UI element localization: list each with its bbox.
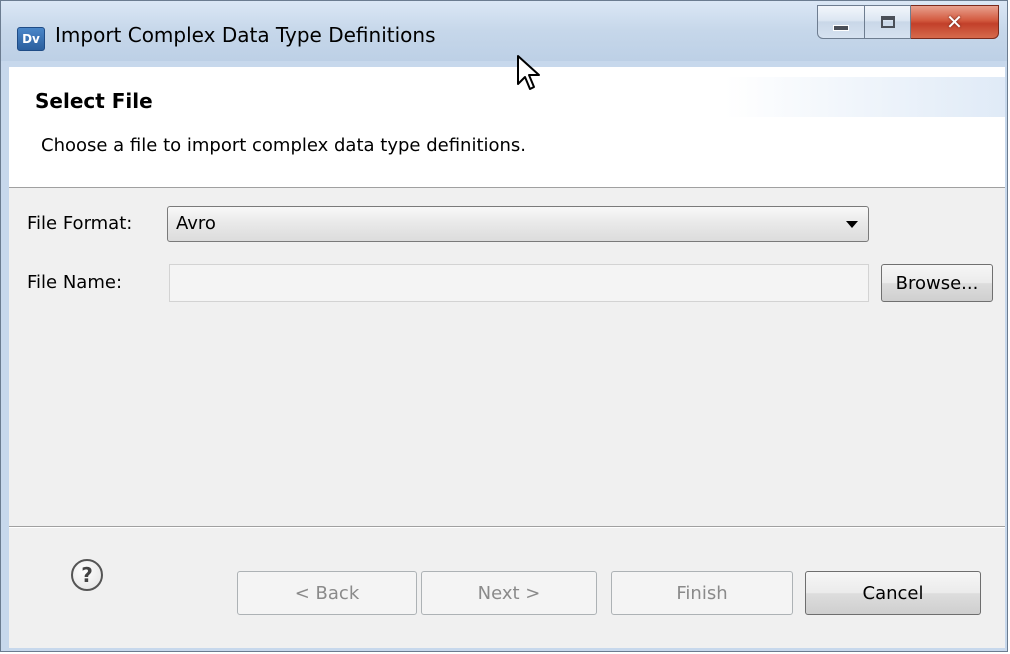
page-description: Choose a file to import complex data typ… — [41, 135, 527, 156]
file-format-value: Avro — [176, 213, 216, 234]
window-controls: ✕ — [817, 5, 999, 41]
mouse-cursor-icon — [517, 55, 540, 90]
page-title: Select File — [35, 89, 153, 113]
footer-divider-highlight — [9, 527, 1005, 528]
close-icon: ✕ — [946, 10, 963, 34]
browse-button[interactable]: Browse... — [881, 264, 993, 302]
back-button[interactable]: < Back — [237, 571, 417, 615]
dialog-window: Dv Import Complex Data Type Definitions … — [0, 0, 1008, 652]
help-icon[interactable]: ? — [71, 559, 103, 591]
chevron-down-icon[interactable] — [846, 221, 858, 228]
maximize-button[interactable] — [865, 5, 911, 39]
file-name-label: File Name: — [27, 272, 123, 293]
title-bar[interactable]: Dv Import Complex Data Type Definitions … — [1, 1, 1007, 61]
file-name-input[interactable] — [169, 264, 869, 302]
maximize-icon — [880, 16, 895, 28]
minimize-icon — [833, 25, 849, 31]
minimize-button[interactable] — [817, 5, 865, 39]
window-title: Import Complex Data Type Definitions — [55, 23, 436, 47]
file-format-select[interactable]: Avro — [167, 206, 869, 242]
wizard-banner: Select File Choose a file to import comp… — [9, 67, 1005, 188]
app-icon: Dv — [17, 27, 45, 51]
file-format-label: File Format: — [27, 213, 133, 234]
cancel-button[interactable]: Cancel — [805, 571, 981, 615]
wizard-content: File Format: Avro File Name: Browse... ?… — [9, 188, 1005, 648]
next-button[interactable]: Next > — [421, 571, 597, 615]
finish-button[interactable]: Finish — [611, 571, 793, 615]
banner-decoration — [725, 77, 1005, 117]
close-button[interactable]: ✕ — [911, 5, 999, 39]
